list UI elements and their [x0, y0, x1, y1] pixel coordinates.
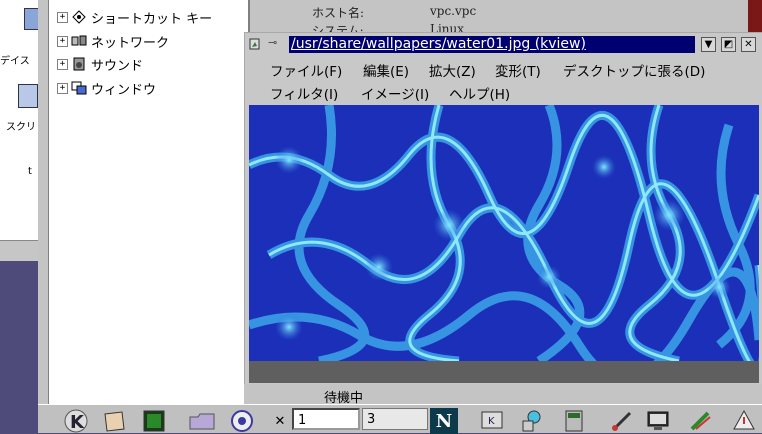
expander-icon[interactable]: + [57, 35, 68, 47]
menu-set-desktop[interactable]: デスクトップに張る(D) [563, 60, 705, 80]
menu-bar-row-2: フィルタ(I) イメージ(I) ヘルプ(H) [245, 81, 762, 103]
tree-item-label: ショートカット キー [91, 11, 213, 27]
tree-item-window[interactable]: + ウィンドウ [57, 78, 156, 98]
kview-titlebar[interactable]: ⊸ /usr/share/wallpapers/water01.jpg (kvi… [245, 33, 762, 57]
maximize-button[interactable]: ◩ [721, 37, 736, 52]
desktop-script-icon[interactable] [18, 84, 38, 108]
desktop-pager-1[interactable]: 1 [292, 408, 360, 430]
editor-icon[interactable] [686, 408, 714, 434]
desktop-panel-edge [0, 240, 38, 261]
desktop-pager-3[interactable]: 3 [362, 408, 428, 430]
desktop-area: デイス スクリ t [0, 0, 40, 260]
expander-icon[interactable]: + [57, 82, 68, 94]
image-bottom-area [249, 361, 759, 383]
tree-item-label: サウンド [91, 58, 144, 74]
control-center-tree: + ショートカット キー + ネットワーク + サウンド + ウィンドウ [49, 0, 248, 432]
keyboard-shortcut-icon [71, 9, 87, 25]
menu-file[interactable]: ファイル(F) [270, 60, 342, 80]
desktop-device-label: デイス [0, 56, 30, 67]
menu-zoom[interactable]: 拡大(Z) [429, 60, 476, 80]
desktop-script-label: スクリ [6, 122, 36, 133]
kde-panel: K ✕ 1 3 N K [38, 404, 762, 434]
calculator-icon[interactable] [560, 408, 588, 434]
network-icon [71, 33, 87, 49]
home-icon[interactable] [228, 408, 256, 434]
tree-item-shortcuts[interactable]: + ショートカット キー [57, 7, 212, 27]
netscape-icon[interactable]: N [430, 408, 458, 434]
svg-text:K: K [70, 412, 85, 433]
tree-item-network[interactable]: + ネットワーク [57, 31, 169, 51]
pin-icon[interactable]: ⊸ [268, 36, 277, 49]
folder-icon[interactable] [188, 408, 216, 434]
monitor-icon[interactable] [644, 408, 672, 434]
menu-image[interactable]: イメージ(I) [361, 83, 429, 103]
close-pager-icon[interactable]: ✕ [270, 408, 290, 434]
menu-bar-row-1: ファイル(F) 編集(E) 拡大(Z) 変形(T) デスクトップに張る(D) [245, 58, 762, 80]
window-title: /usr/share/wallpapers/water01.jpg (kview… [289, 36, 695, 53]
tree-item-label: ウィンドウ [91, 82, 157, 98]
speaker-icon [71, 56, 87, 72]
kview-status-bar: 待機中 [244, 384, 762, 406]
expander-icon[interactable]: + [57, 58, 68, 70]
window-list-icon[interactable] [100, 408, 128, 434]
tools-icon[interactable] [730, 408, 758, 434]
menu-edit[interactable]: 編集(E) [363, 60, 409, 80]
water-wallpaper-image [249, 105, 759, 361]
expander-icon[interactable]: + [57, 11, 68, 23]
tree-item-sound[interactable]: + サウンド [57, 54, 143, 74]
network-tool-icon[interactable] [518, 408, 546, 434]
info-host-key: ホスト名: [312, 6, 365, 20]
tree-item-label: ネットワーク [91, 35, 170, 51]
control-center-frame [38, 0, 49, 432]
window-menu-icon[interactable] [249, 37, 265, 51]
menu-filter[interactable]: フィルタ(I) [270, 83, 338, 103]
paint-brush-icon[interactable] [608, 408, 636, 434]
minimize-button[interactable]: ▼ [701, 37, 716, 52]
menu-transform[interactable]: 変形(T) [495, 60, 541, 80]
menu-help[interactable]: ヘルプ(H) [449, 83, 510, 103]
kview-window: ⊸ /usr/share/wallpapers/water01.jpg (kvi… [244, 32, 762, 392]
kde-menu-icon[interactable]: K [62, 408, 90, 434]
info-host-value: vpc.vpc [430, 4, 477, 18]
desktop-other-label: t [28, 166, 32, 177]
close-button[interactable]: ✕ [741, 37, 756, 52]
svg-text:K: K [488, 416, 495, 427]
kde-app-icon[interactable]: K [478, 408, 506, 434]
terminal-icon[interactable] [140, 408, 168, 434]
window-icon [71, 80, 87, 96]
